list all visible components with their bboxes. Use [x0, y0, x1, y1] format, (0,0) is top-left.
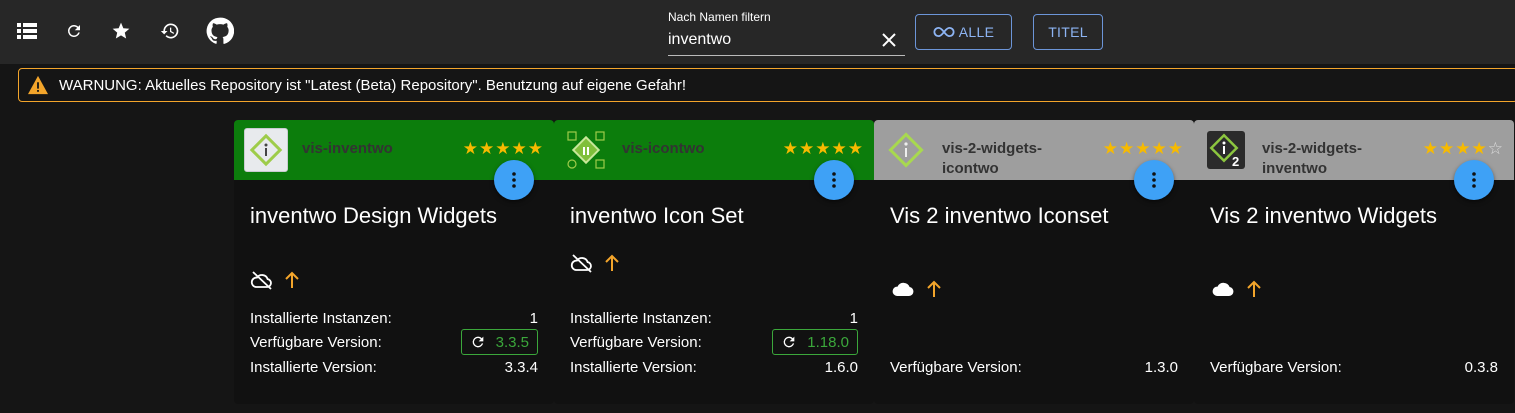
installed-version-value: 3.3.4 [504, 358, 538, 376]
warning-text: WARNUNG: Aktuelles Repository ist "Lates… [59, 76, 687, 94]
top-toolbar: Nach Namen filtern ALLE TITEL [0, 0, 1515, 64]
name-filter: Nach Namen filtern [668, 8, 905, 56]
adapter-card-vis-inventwo: vis-inventwo ★★★★★ inventwo Design Widge… [234, 120, 554, 404]
update-button[interactable]: 1.18.0 [772, 329, 858, 355]
adapter-name: vis-inventwo [302, 140, 393, 157]
card-menu-button[interactable] [814, 160, 854, 200]
adapter-card-vis-2-widgets-icontwo: vis-2-widgets-icontwo ★★★★★ Vis 2 invent… [874, 120, 1194, 404]
adapter-name: vis-2-widgets-inventwo [1262, 140, 1363, 177]
filter-label: Nach Namen filtern [668, 10, 771, 24]
adapter-logo [564, 128, 608, 172]
refresh-icon [783, 336, 795, 348]
installed-instances-row: Installierte Instanzen: 1 [570, 306, 858, 330]
rating-stars: ★★★★☆ [1422, 139, 1504, 158]
arrow-up-icon [927, 280, 941, 297]
installed-instances-value: 1 [849, 309, 858, 327]
refresh-icon[interactable] [61, 18, 87, 44]
show-all-label: ALLE [958, 24, 995, 40]
more-vert-icon [1152, 172, 1156, 188]
rating-stars: ★★★★★ [1102, 139, 1184, 158]
available-version-value: 1.3.0 [1144, 358, 1178, 376]
infinity-icon [933, 26, 955, 38]
filter-input[interactable] [668, 28, 868, 52]
beta-repository-warning: WARNUNG: Aktuelles Repository ist "Lates… [18, 68, 1515, 102]
available-version-row: Verfügbare Version: 0.3.8 [1210, 355, 1498, 379]
available-version-label: Verfügbare Version: [570, 333, 702, 351]
arrow-up-icon [1247, 280, 1261, 297]
rating-stars: ★★★★★ [782, 139, 864, 158]
refresh-icon [472, 336, 483, 348]
installed-instances-row: Installierte Instanzen: 1 [250, 306, 538, 330]
adapter-logo: 2 [1204, 128, 1248, 172]
title-button[interactable]: TITEL [1033, 14, 1103, 50]
available-version-row: Verfügbare Version: 3.3.5 [250, 329, 538, 355]
update-history-icon[interactable] [157, 18, 183, 44]
installed-version-row: Installierte Version: 1.6.0 [570, 355, 858, 379]
card-status-icons [1210, 279, 1262, 299]
card-status-icons [890, 279, 942, 299]
installed-version-label: Installierte Version: [250, 358, 377, 376]
warning-icon [28, 75, 48, 95]
adapter-title: inventwo Design Widgets [250, 203, 498, 228]
card-menu-button[interactable] [1134, 160, 1174, 200]
adapter-card-vis-icontwo: vis-icontwo ★★★★★ inventwo Icon Set Inst… [554, 120, 874, 404]
arrow-up-icon [285, 271, 299, 288]
cloud-off-icon [570, 254, 592, 273]
available-version-row: Verfügbare Version: 1.18.0 [570, 329, 858, 355]
update-button[interactable]: 3.3.5 [460, 329, 538, 355]
installed-instances-label: Installierte Instanzen: [570, 309, 712, 327]
cloud-icon [892, 282, 914, 296]
rating-stars: ★★★★★ [462, 139, 544, 158]
adapter-name: vis-2-widgets-icontwo [942, 140, 1043, 177]
installed-instances-label: Installierte Instanzen: [250, 309, 392, 327]
more-vert-icon [832, 172, 836, 188]
card-menu-button[interactable] [494, 160, 534, 200]
more-vert-icon [512, 172, 516, 188]
installed-version-value: 1.6.0 [824, 358, 858, 376]
adapter-title: Vis 2 inventwo Iconset [890, 203, 1109, 228]
available-version-value: 3.3.5 [495, 333, 529, 351]
card-status-icons [570, 253, 620, 273]
adapter-title: inventwo Icon Set [570, 203, 744, 228]
adapter-title: Vis 2 inventwo Widgets [1210, 203, 1438, 228]
available-version-label: Verfügbare Version: [1210, 358, 1342, 376]
available-version-value: 1.18.0 [807, 333, 849, 351]
available-version-label: Verfügbare Version: [890, 358, 1022, 376]
adapter-name: vis-icontwo [622, 140, 705, 157]
arrow-up-icon [605, 254, 619, 271]
installed-version-row: Installierte Version: 3.3.4 [250, 355, 538, 379]
star-icon[interactable] [108, 18, 134, 44]
title-button-label: TITEL [1048, 24, 1088, 40]
adapter-logo [884, 128, 928, 172]
card-menu-button[interactable] [1454, 160, 1494, 200]
show-all-button[interactable]: ALLE [915, 14, 1012, 50]
installed-instances-value: 1 [529, 309, 538, 327]
installed-version-label: Installierte Version: [570, 358, 697, 376]
adapter-card-vis-2-widgets-inventwo: 2 vis-2-widgets-inventwo ★★★★☆ Vis 2 inv… [1194, 120, 1514, 404]
cloud-off-icon [250, 271, 272, 290]
cloud-icon [1212, 282, 1234, 296]
more-vert-icon [1472, 172, 1476, 188]
available-version-value: 0.3.8 [1464, 358, 1498, 376]
list-view-icon[interactable] [14, 18, 40, 44]
adapter-logo [244, 128, 288, 172]
github-icon[interactable] [205, 16, 235, 46]
available-version-label: Verfügbare Version: [250, 333, 382, 351]
clear-filter-icon[interactable] [879, 30, 899, 50]
available-version-row: Verfügbare Version: 1.3.0 [890, 355, 1178, 379]
card-status-icons [250, 270, 300, 290]
svg-text:2: 2 [1232, 154, 1239, 169]
